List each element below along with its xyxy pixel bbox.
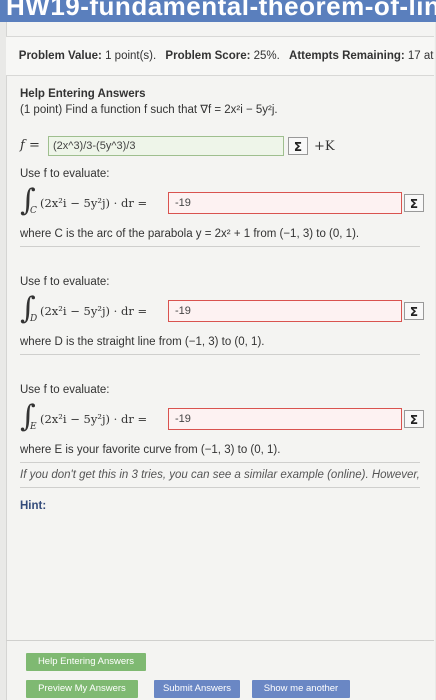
problem-score-label: Problem Score: xyxy=(165,50,251,62)
problem-statement: (1 point) Find a function f such that ∇f… xyxy=(20,104,278,116)
answer-input-c[interactable]: -19 xyxy=(168,192,402,214)
f-label: f = xyxy=(20,138,40,153)
sigma-icon[interactable]: Σ xyxy=(404,410,424,428)
part-e: Use f to evaluate: ∫ E (2x²i − 5y²j) · d… xyxy=(20,382,424,514)
hint-link[interactable]: Hint: xyxy=(20,498,420,514)
submit-answers-button[interactable]: Submit Answers xyxy=(154,680,240,698)
curve-subscript: D xyxy=(30,314,38,324)
answer-input-d[interactable]: -19 xyxy=(168,300,402,322)
divider xyxy=(20,487,420,488)
part-d: Use f to evaluate: ∫ D (2x²i − 5y²j) · d… xyxy=(20,274,424,355)
curve-description: where E is your favorite curve from (−1,… xyxy=(20,444,281,456)
show-another-button[interactable]: Show me another xyxy=(252,680,350,698)
sigma-icon[interactable]: Σ xyxy=(404,302,424,320)
integral-row: ∫ D (2x²i − 5y²j) · dr = -19 Σ xyxy=(20,292,424,328)
f-answer-row: f = (2x^3)/3-(5y^3)/3 Σ +K xyxy=(20,136,380,158)
integrand: (2x²i − 5y²j) · dr = xyxy=(40,304,148,318)
plus-k-label: +K xyxy=(314,139,335,154)
problem-score: 25%. xyxy=(253,50,280,62)
preview-answers-button[interactable]: Preview My Answers xyxy=(26,680,138,698)
help-entering-answers-title: Help Entering Answers xyxy=(20,88,146,100)
f-answer-input[interactable]: (2x^3)/3-(5y^3)/3 xyxy=(48,136,284,156)
integral-row: ∫ C (2x²i − 5y²j) · dr = -19 Σ xyxy=(20,184,424,220)
divider xyxy=(20,246,420,247)
divider xyxy=(20,462,420,463)
divider xyxy=(6,640,434,641)
problem-value-label: Problem Value: xyxy=(18,50,102,62)
integrand: (2x²i − 5y²j) · dr = xyxy=(40,196,148,210)
curve-description: where C is the arc of the parabola y = 2… xyxy=(20,228,360,240)
sigma-icon[interactable]: Σ xyxy=(288,137,308,155)
use-f-label: Use f to evaluate: xyxy=(20,276,110,288)
problem-card xyxy=(6,22,435,700)
integrand: (2x²i − 5y²j) · dr = xyxy=(40,412,148,426)
part-c: Use f to evaluate: ∫ C (2x²i − 5y²j) · d… xyxy=(20,166,424,247)
problem-content: Help Entering Answers (1 point) Find a f… xyxy=(20,86,434,512)
use-f-label: Use f to evaluate: xyxy=(20,168,110,180)
curve-subscript: C xyxy=(30,206,37,216)
attempts-label: Attempts Remaining: xyxy=(289,50,405,62)
integral-row: ∫ E (2x²i − 5y²j) · dr = -19 Σ xyxy=(20,400,424,436)
problem-value: 1 point(s). xyxy=(105,50,157,62)
curve-description: where D is the straight line from (−1, 3… xyxy=(20,336,265,348)
similar-example-note: If you don't get this in 3 tries, you ca… xyxy=(20,469,420,481)
page-title: HW19-fundamental-theorem-of-line- xyxy=(6,0,436,21)
sigma-icon[interactable]: Σ xyxy=(404,194,424,212)
use-f-label: Use f to evaluate: xyxy=(20,384,110,396)
answer-input-e[interactable]: -19 xyxy=(168,408,402,430)
curve-subscript: E xyxy=(30,422,37,432)
attempts-remaining: 17 at xyxy=(407,50,434,62)
help-entering-answers-button[interactable]: Help Entering Answers xyxy=(26,653,146,671)
divider xyxy=(20,354,420,355)
page-title-band: HW19-fundamental-theorem-of-line- xyxy=(0,0,436,22)
status-bar: Problem Value: 1 point(s). Problem Score… xyxy=(6,36,434,76)
